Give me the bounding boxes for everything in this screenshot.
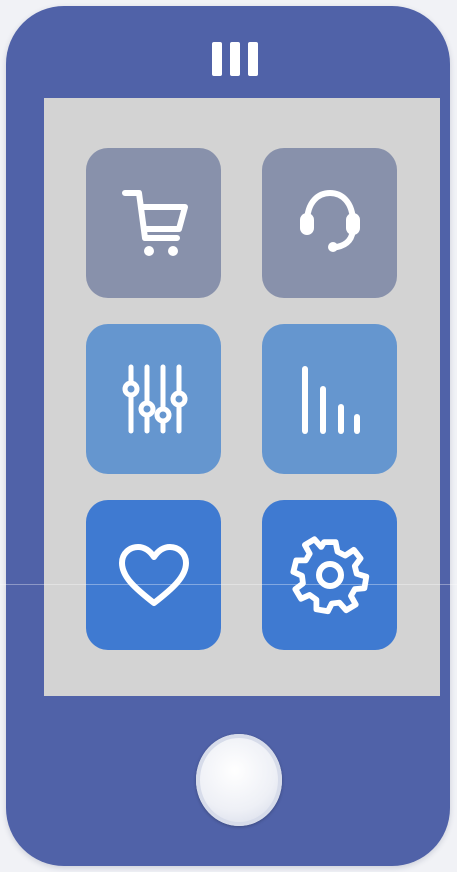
bar-chart-icon bbox=[301, 366, 360, 434]
heart-icon bbox=[118, 544, 189, 606]
speaker-bar bbox=[212, 42, 222, 76]
headset-icon bbox=[299, 190, 360, 252]
home-button[interactable] bbox=[196, 734, 282, 826]
app-tile-favorites[interactable] bbox=[86, 500, 221, 650]
app-tile-support[interactable] bbox=[262, 148, 397, 298]
page bbox=[0, 0, 457, 872]
phone-screen bbox=[44, 98, 440, 696]
app-tile-cart[interactable] bbox=[86, 148, 221, 298]
shopping-cart-icon bbox=[121, 190, 188, 256]
phone-body bbox=[6, 6, 450, 866]
speaker-grille-icon bbox=[212, 42, 258, 76]
gear-icon bbox=[289, 536, 369, 615]
speaker-bar bbox=[248, 42, 258, 76]
app-tile-stats[interactable] bbox=[262, 324, 397, 474]
app-tile-settings[interactable] bbox=[262, 500, 397, 650]
divider-line bbox=[0, 584, 457, 585]
app-tile-equalizer[interactable] bbox=[86, 324, 221, 474]
sliders-icon bbox=[122, 364, 187, 434]
speaker-bar bbox=[230, 42, 240, 76]
